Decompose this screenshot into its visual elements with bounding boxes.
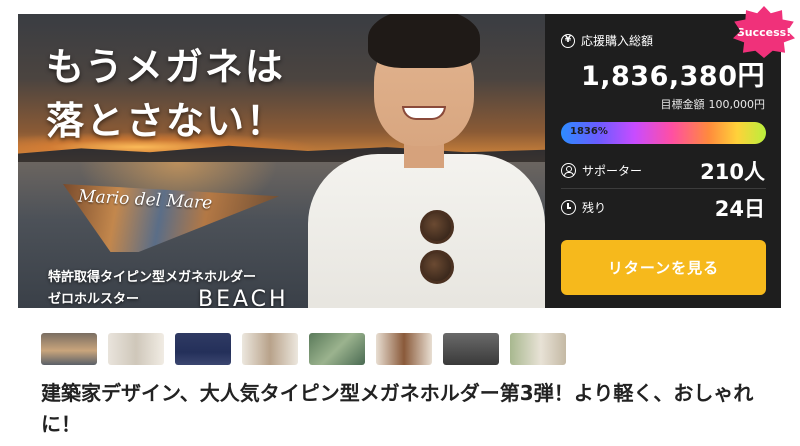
- clock-icon: [561, 200, 576, 215]
- hero-subcopy-line1: 特許取得タイピン型メガネホルダー: [48, 270, 257, 285]
- remaining-days: 24日: [714, 197, 765, 221]
- user-icon: [561, 163, 576, 178]
- thumbnail-5[interactable]: [309, 333, 365, 365]
- thumbnail-8[interactable]: [510, 333, 566, 365]
- progress-percent: 1836%: [570, 126, 608, 137]
- lens: [420, 250, 454, 284]
- yen-icon: ¥: [561, 33, 575, 48]
- divider: [561, 188, 766, 189]
- project-title: 建築家デザイン、大人気タイピン型メガネホルダー第3弾！より軽く、おしゃれに！: [41, 381, 754, 436]
- thumbnail-7[interactable]: [443, 333, 499, 365]
- hero-headline-line1: もうメガネは: [46, 45, 285, 89]
- hero-headline: もうメガネは 落とさない！: [46, 40, 286, 148]
- goal-value: 100,000円: [708, 98, 766, 111]
- supporters-count: 210人: [700, 160, 765, 184]
- sunglasses-on-shirt: [420, 210, 458, 290]
- thumbnail-1[interactable]: [41, 333, 97, 365]
- hero-headline-line2: 落とさない！: [46, 99, 287, 143]
- view-returns-button[interactable]: リターンを見る: [561, 240, 766, 295]
- supporters-row: サポーター: [561, 162, 642, 179]
- total-amount: 1,836,380円: [580, 61, 765, 92]
- total-label: 応援購入総額: [581, 34, 654, 48]
- hair: [368, 14, 480, 68]
- funding-panel: ¥ 応援購入総額 1,836,380円 目標金額 100,000円 1836% サ…: [545, 14, 781, 308]
- hero-brand: BEACH: [198, 287, 289, 308]
- thumbnail-6[interactable]: [376, 333, 432, 365]
- hero-image: もうメガネは 落とさない！ Mario del Mare 特許取得タイピン型メガ…: [18, 14, 545, 308]
- remaining-row: 残り: [561, 199, 606, 216]
- remaining-label: 残り: [582, 201, 607, 215]
- total-label-row: ¥ 応援購入総額: [561, 32, 653, 49]
- thumbnail-3[interactable]: [175, 333, 231, 365]
- supporters-label: サポーター: [582, 164, 643, 178]
- model-person: [308, 14, 545, 308]
- thumbnail-4[interactable]: [242, 333, 298, 365]
- lens: [420, 210, 454, 244]
- goal-amount: 目標金額 100,000円: [657, 96, 766, 112]
- goal-label: 目標金額: [660, 98, 705, 111]
- thumbnail-2[interactable]: [108, 333, 164, 365]
- progress-bar: 1836%: [561, 122, 766, 144]
- thumbnail-strip: [41, 333, 566, 365]
